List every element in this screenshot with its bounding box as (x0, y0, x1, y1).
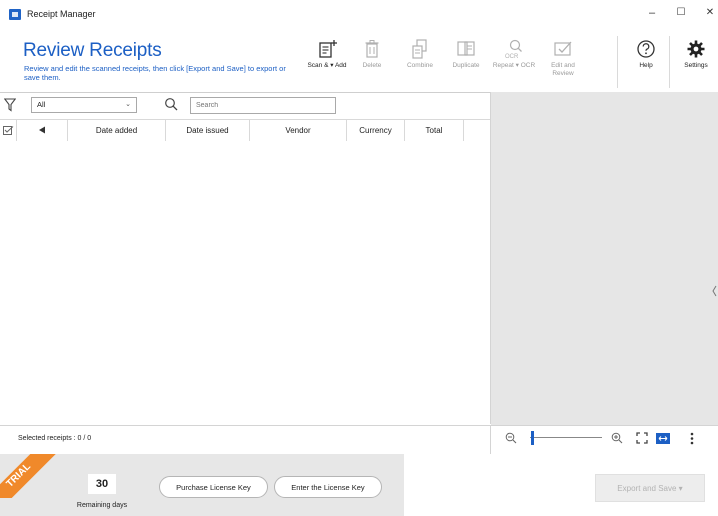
search-icon[interactable] (164, 97, 178, 111)
flag-icon (38, 126, 45, 134)
receipt-list[interactable] (0, 141, 490, 424)
receipt-preview-pane (491, 92, 718, 425)
duplicate-label: Duplicate (452, 62, 480, 69)
app-icon (9, 9, 21, 20)
checkbox-icon (2, 126, 13, 135)
combine-icon (412, 39, 427, 59)
zoom-slider-thumb[interactable] (531, 431, 534, 445)
repeat-ocr-label: Repeat ▾ OCR (492, 62, 536, 69)
delete-button[interactable]: Delete (350, 38, 394, 88)
trial-badge: TRIAL (0, 454, 60, 498)
repeat-ocr-button[interactable]: OCR Repeat ▾ OCR (492, 38, 536, 88)
pane-collapse-handle[interactable] (712, 284, 717, 298)
purchase-license-key-button[interactable]: Purchase License Key (159, 476, 268, 498)
actual-size-icon[interactable] (656, 433, 670, 444)
toolbar-divider (669, 36, 670, 88)
title-bar (0, 0, 718, 29)
minimize-button[interactable]: – (641, 4, 663, 22)
duplicate-button[interactable]: Duplicate (444, 38, 488, 88)
table-header: Date added Date issued Vendor Currency T… (0, 119, 490, 142)
settings-button[interactable]: Settings (674, 38, 718, 88)
trash-icon (365, 40, 379, 58)
column-select-all[interactable] (0, 120, 17, 141)
edit-review-label: Edit and Review (551, 62, 575, 77)
filter-dropdown[interactable]: All ⌄ (31, 97, 137, 113)
edit-review-icon (554, 41, 572, 56)
preview-toolbar (491, 425, 718, 455)
chevron-left-icon (712, 285, 717, 297)
scan-add-icon (319, 40, 337, 58)
more-options-icon[interactable] (690, 432, 694, 445)
zoom-slider-track (530, 437, 602, 438)
column-currency[interactable]: Currency (347, 120, 405, 141)
remaining-days-label: Remaining days (76, 502, 128, 509)
gear-icon (687, 40, 705, 58)
export-and-save-button[interactable]: Export and Save ▾ (595, 474, 705, 502)
help-button[interactable]: Help (624, 38, 668, 88)
edit-review-button[interactable]: Edit and Review (541, 38, 585, 88)
page-title: Review Receipts (23, 40, 162, 61)
filter-selected-value: All (37, 100, 46, 109)
maximize-button[interactable]: ☐ (670, 4, 692, 22)
combine-button[interactable]: Combine (398, 38, 442, 88)
zoom-out-icon[interactable] (505, 432, 517, 444)
enter-license-key-button[interactable]: Enter the License Key (274, 476, 382, 498)
column-flag[interactable] (17, 120, 68, 141)
zoom-in-icon[interactable] (611, 432, 623, 444)
remaining-days-value: 30 (88, 474, 116, 494)
fit-to-screen-icon[interactable] (636, 432, 648, 444)
page-subtitle: Review and edit the scanned receipts, th… (24, 64, 286, 82)
filter-icon[interactable] (4, 98, 16, 112)
selected-receipts-count: Selected receipts : 0 / 0 (18, 435, 92, 442)
ocr-search-icon: OCR (505, 39, 522, 60)
duplicate-icon (457, 41, 475, 56)
help-label: Help (639, 62, 653, 69)
window-title: Receipt Manager (27, 9, 96, 19)
combine-label: Combine (406, 62, 433, 69)
search-input[interactable] (190, 97, 336, 114)
close-button[interactable]: ✕ (699, 4, 718, 22)
chevron-down-icon: ⌄ (125, 101, 131, 108)
column-date-added[interactable]: Date added (68, 120, 166, 141)
column-date-issued[interactable]: Date issued (166, 120, 250, 141)
toolbar-divider (617, 36, 618, 88)
column-total[interactable]: Total (405, 120, 464, 141)
column-vendor[interactable]: Vendor (250, 120, 347, 141)
settings-label: Settings (684, 62, 708, 69)
delete-label: Delete (362, 62, 382, 69)
zoom-slider[interactable] (530, 431, 602, 445)
help-icon (637, 40, 655, 58)
scan-add-label: Scan & ▾ Add (307, 62, 347, 69)
scan-add-button[interactable]: Scan & ▾ Add (305, 38, 349, 88)
svg-text:OCR: OCR (505, 54, 519, 60)
